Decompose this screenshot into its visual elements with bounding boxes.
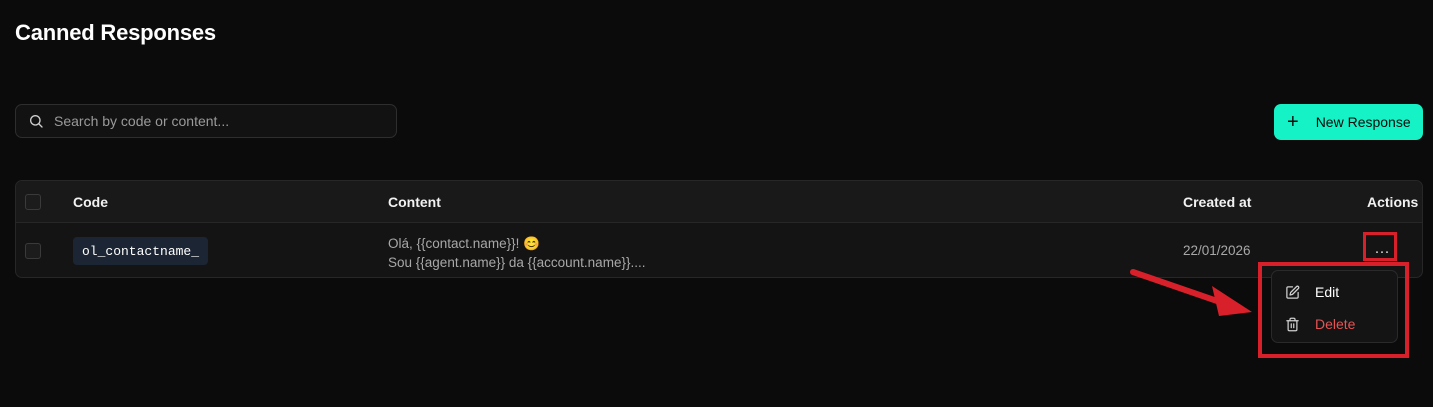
annotation-arrow — [1130, 269, 1252, 316]
